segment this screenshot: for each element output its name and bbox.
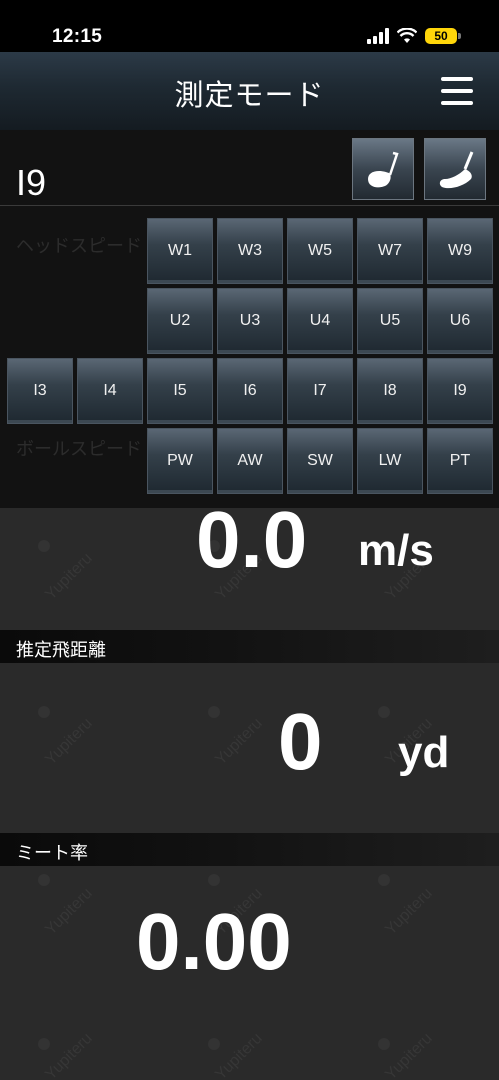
meet-rate-section-bar: ミート率 [0,833,499,866]
club-button-i3[interactable]: I3 [7,358,73,424]
battery-level: 50 [425,28,457,44]
club-button-i6[interactable]: I6 [217,358,283,424]
club-button-u4[interactable]: U4 [287,288,353,354]
club-button-pw[interactable]: PW [147,428,213,494]
watermark: Yupiteru [42,714,96,769]
club-button-i5[interactable]: I5 [147,358,213,424]
head-speed-label: ヘッドスピード [16,236,142,256]
head-speed-unit: m/s [358,526,434,575]
club-button-aw[interactable]: AW [217,428,283,494]
page-title: 測定モード [174,80,325,112]
club-button-w5[interactable]: W5 [287,218,353,284]
club-selection-panel: I9 ヘッドスピード ボールスピード W1 W3 W5 W7 W9 U2 U3 … [0,130,499,508]
hamburger-menu-icon[interactable] [441,77,473,105]
distance-section-bar: 推定飛距離 [0,630,499,663]
club-button-w1[interactable]: W1 [147,218,213,284]
club-button-i7[interactable]: I7 [287,358,353,424]
club-button-u3[interactable]: U3 [217,288,283,354]
iron-head-button[interactable] [424,138,486,200]
club-button-w9[interactable]: W9 [427,218,493,284]
club-button-i8[interactable]: I8 [357,358,423,424]
watermark: Yupiteru [212,1029,266,1080]
app-header: 測定モード [0,52,499,130]
iron-head-icon [439,151,474,189]
driver-head-button[interactable] [352,138,414,200]
club-button-u5[interactable]: U5 [357,288,423,354]
club-button-sw[interactable]: SW [287,428,353,494]
watermark: Yupiteru [382,884,436,939]
watermark: Yupiteru [42,1029,96,1080]
signal-icon [367,28,389,44]
club-button-w7[interactable]: W7 [357,218,423,284]
meet-rate-value: 0.00 [136,897,292,986]
distance-label: 推定飛距離 [16,640,106,660]
divider [0,205,499,206]
club-button-lw[interactable]: LW [357,428,423,494]
watermark: Yupiteru [212,714,266,769]
wifi-icon [397,28,417,43]
measurement-panel: Yupiteru Yupiteru Yupiteru Yupiteru Yupi… [0,508,499,1080]
meet-rate-label: ミート率 [16,843,88,863]
distance-unit: yd [398,728,450,777]
club-button-i9[interactable]: I9 [427,358,493,424]
watermark: Yupiteru [42,549,96,604]
club-button-w3[interactable]: W3 [217,218,283,284]
watermark: Yupiteru [382,1029,436,1080]
club-button-pt[interactable]: PT [427,428,493,494]
head-speed-value: 0.0 [196,508,308,584]
status-icons: 50 [367,28,461,44]
status-bar: 12:15 50 [0,0,499,52]
watermark: Yupiteru [42,884,96,939]
club-button-i4[interactable]: I4 [77,358,143,424]
club-button-u2[interactable]: U2 [147,288,213,354]
driver-head-icon [368,151,399,188]
current-club-label: I9 [16,162,47,203]
ball-speed-label: ボールスピード [16,439,142,459]
battery-icon: 50 [425,28,461,44]
status-time: 12:15 [52,26,103,47]
club-button-u6[interactable]: U6 [427,288,493,354]
distance-value: 0 [278,697,323,786]
